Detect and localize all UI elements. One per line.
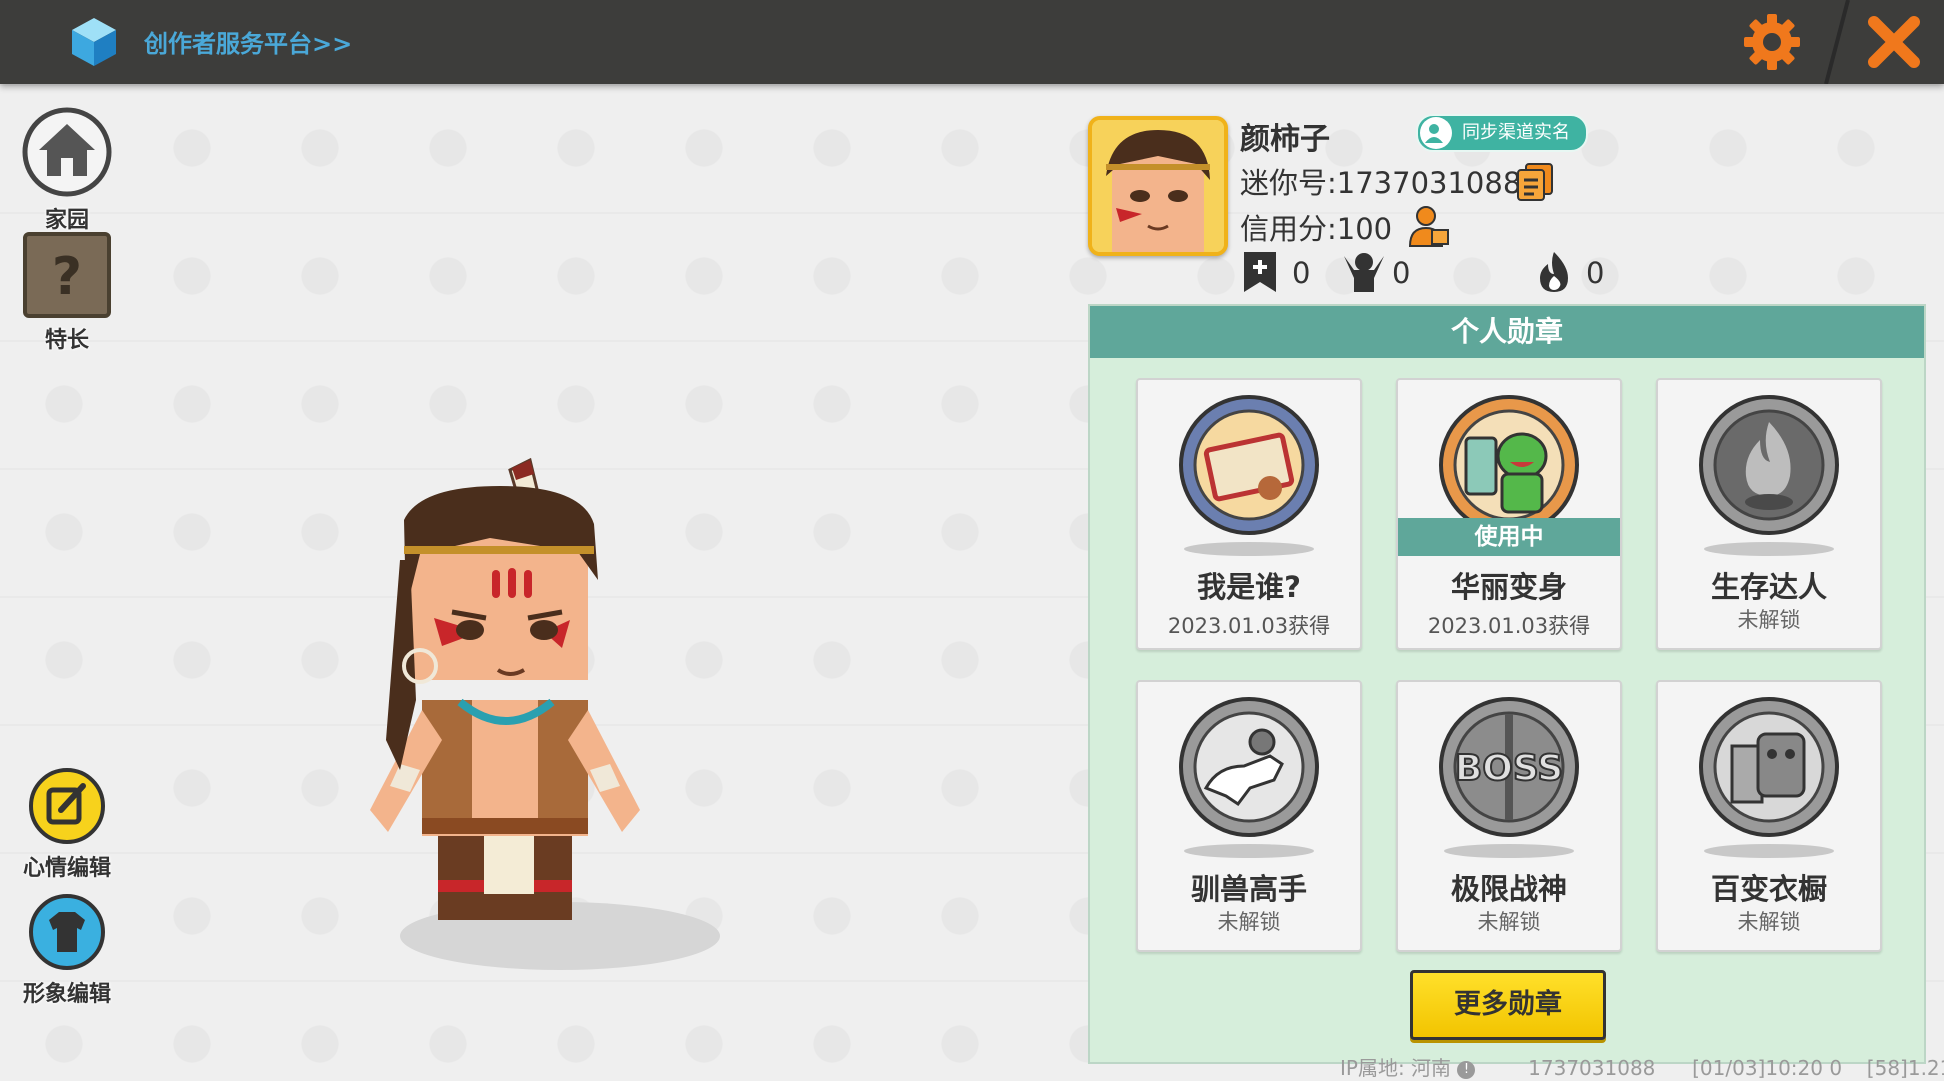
edit-icon — [29, 768, 105, 844]
medal-shadow — [1704, 542, 1834, 556]
medal-card-wardrobe[interactable]: 百变衣橱 未解锁 — [1656, 680, 1882, 952]
svg-text:BOSS: BOSS — [1455, 748, 1563, 789]
dino-costume-medal-icon — [1439, 395, 1579, 535]
question-block-icon: ? — [23, 232, 111, 318]
credit-score: 信用分:100 — [1240, 212, 1393, 246]
medal-card-survival-master[interactable]: 生存达人 未解锁 — [1656, 378, 1882, 650]
appearance-edit-button[interactable]: 形象编辑 — [12, 892, 122, 1008]
medal-name: 驯兽高手 — [1190, 872, 1307, 906]
medal-date: 2023.01.03获得 — [1427, 614, 1591, 638]
sync-badge-label: 同步渠道实名 — [1462, 122, 1570, 143]
medal-card-who-am-i[interactable]: 我是谁? 2023.01.03获得 — [1136, 378, 1362, 650]
home-button[interactable]: 家园 — [12, 106, 122, 234]
footer-time: [01/03]10:20 0 — [1692, 1056, 1843, 1080]
player-name: 颜柿子 — [1240, 122, 1330, 157]
boss-sword-medal-icon: BOSS — [1439, 697, 1579, 837]
more-medals-button[interactable]: 更多勋章 — [1410, 970, 1606, 1040]
in-use-badge: 使用中 — [1398, 518, 1620, 556]
avatar[interactable] — [1088, 116, 1228, 256]
medal-panel-title: 个人勋章 — [1090, 306, 1924, 358]
medal-shadow — [1444, 844, 1574, 858]
medal-card-beast-tamer[interactable]: 驯兽高手 未解锁 — [1136, 680, 1362, 952]
top-bar: 创作者服务平台>> — [0, 0, 1944, 84]
cube-icon — [72, 18, 116, 66]
footer-version: [58]1.21.0 — [1866, 1056, 1944, 1080]
medal-panel: 个人勋章 我是谁? 2023.01.03获得 使用中 华丽变身 2023.01.… — [1088, 304, 1926, 1064]
medal-shadow — [1184, 844, 1314, 858]
medal-name: 百变衣橱 — [1710, 872, 1827, 906]
medal-locked-status: 未解锁 — [1737, 910, 1801, 934]
divider — [1824, 0, 1850, 84]
medal-locked-status: 未解锁 — [1217, 910, 1281, 934]
stat-fans-value: 0 — [1392, 256, 1411, 290]
letter-medal-icon — [1179, 395, 1319, 535]
home-icon — [22, 107, 112, 197]
character-avatar-model[interactable] — [330, 440, 750, 980]
home-label: 家园 — [44, 208, 89, 233]
talent-button[interactable]: ? 特长 — [12, 232, 122, 354]
footer-uid: 1737031088 — [1528, 1056, 1656, 1080]
mood-edit-label: 心情编辑 — [22, 856, 111, 881]
campfire-medal-icon — [1699, 395, 1839, 535]
info-icon[interactable]: ! — [1457, 1060, 1476, 1079]
talent-label: 特长 — [44, 328, 89, 353]
shirt-icon — [29, 894, 105, 970]
svg-text:?: ? — [52, 247, 82, 307]
wardrobe-medal-icon — [1699, 697, 1839, 837]
close-icon[interactable] — [1862, 10, 1926, 74]
medal-date: 2023.01.03获得 — [1167, 614, 1331, 638]
gear-icon[interactable] — [1740, 10, 1804, 74]
stat-popularity-value: 0 — [1586, 256, 1605, 290]
medal-card-gorgeous-transform[interactable]: 使用中 华丽变身 2023.01.03获得 — [1396, 378, 1622, 650]
medal-shadow — [1184, 542, 1314, 556]
creator-platform-link[interactable]: 创作者服务平台>> — [144, 24, 352, 59]
mood-edit-button[interactable]: 心情编辑 — [12, 766, 122, 882]
medal-name: 生存达人 — [1710, 570, 1827, 604]
credit-user-icon[interactable] — [1408, 204, 1450, 248]
medal-name: 华丽变身 — [1450, 570, 1567, 604]
copy-icon[interactable] — [1516, 162, 1554, 202]
medal-card-extreme-war-god[interactable]: BOSS 极限战神 未解锁 — [1396, 680, 1622, 952]
mini-id: 迷你号:1737031088 — [1240, 166, 1522, 200]
bookmark-plus-icon — [1244, 252, 1276, 292]
medal-name: 极限战神 — [1450, 872, 1567, 906]
medal-locked-status: 未解锁 — [1737, 608, 1801, 632]
medal-shadow — [1704, 844, 1834, 858]
appearance-edit-label: 形象编辑 — [22, 982, 111, 1007]
sync-realname-badge[interactable]: 同步渠道实名 — [1416, 114, 1588, 152]
stat-bookmarks-value: 0 — [1292, 256, 1311, 290]
flame-icon — [1540, 252, 1568, 292]
horse-rider-medal-icon — [1179, 697, 1319, 837]
medal-locked-status: 未解锁 — [1477, 910, 1541, 934]
ip-location: IP属地: 河南 — [1340, 1056, 1452, 1080]
footer-info: IP属地: 河南 ! 1737031088 [01/03]10:20 0 [58… — [1340, 1052, 1944, 1081]
medal-name: 我是谁? — [1197, 570, 1301, 604]
person-check-icon — [1420, 117, 1452, 149]
fans-icon — [1344, 253, 1384, 292]
